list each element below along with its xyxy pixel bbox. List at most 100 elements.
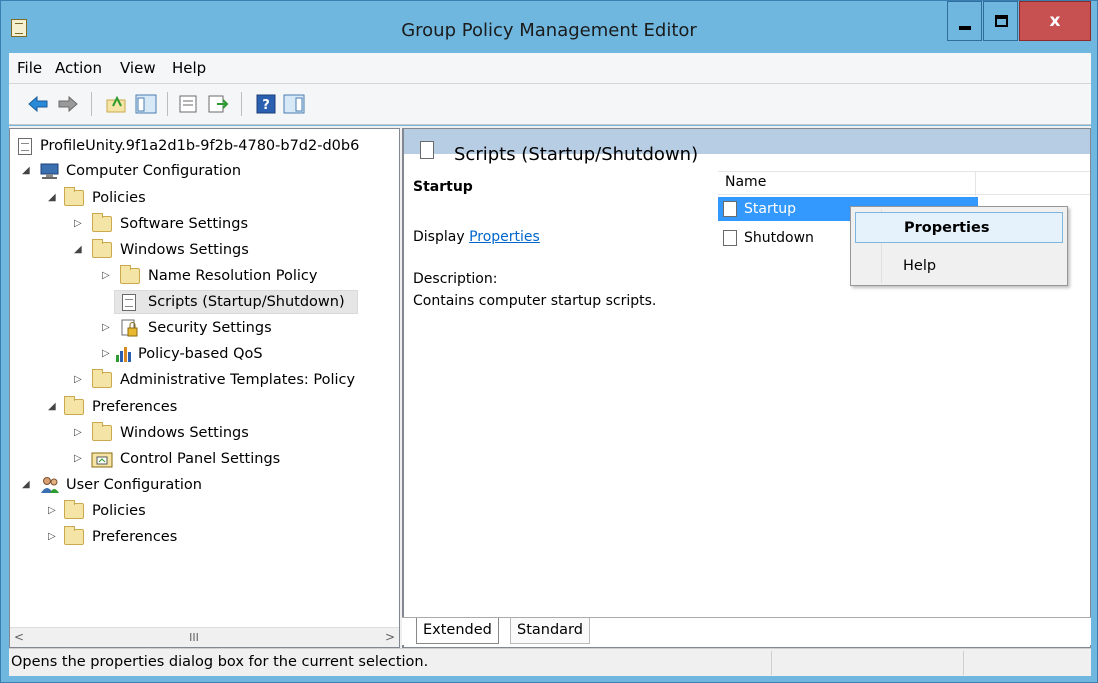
tree-item-policy-based-qos[interactable]: ▷ Policy-based QoS: [10, 342, 399, 366]
tree-label: Software Settings: [120, 216, 249, 232]
minimize-icon: [959, 26, 971, 30]
collapse-arrow-icon[interactable]: ◢: [48, 395, 58, 419]
tree-label: Name Resolution Policy: [148, 268, 318, 284]
properties-icon[interactable]: [177, 94, 199, 114]
folder-icon: [92, 422, 112, 441]
column-name-header[interactable]: Name: [725, 174, 766, 190]
expand-arrow-icon[interactable]: ▷: [74, 421, 84, 445]
tree-item-user-preferences[interactable]: ▷ Preferences: [10, 525, 399, 549]
tree-item-computer-configuration[interactable]: ◢ Computer Configuration: [10, 159, 399, 183]
folder-icon: [92, 369, 112, 388]
tree-item-preferences[interactable]: ◢ Preferences: [10, 395, 399, 419]
tree-root[interactable]: ProfileUnity.9f1a2d1b-9f2b-4780-b7d2-d0b…: [12, 134, 399, 158]
collapse-arrow-icon[interactable]: ◢: [48, 186, 58, 210]
tree-item-security-settings[interactable]: ▷ Security Settings: [10, 316, 399, 340]
tree-label: Windows Settings: [120, 425, 249, 441]
display-prefix: Display: [413, 229, 465, 245]
tree-label: Computer Configuration: [66, 163, 242, 179]
expand-arrow-icon[interactable]: ▷: [74, 212, 84, 236]
close-button[interactable]: x: [1019, 1, 1091, 41]
tree-label: User Configuration: [66, 477, 202, 493]
gpo-icon: [18, 138, 32, 155]
tree-item-user-configuration[interactable]: ◢ User Configuration: [10, 473, 399, 497]
collapse-arrow-icon[interactable]: ◢: [22, 159, 32, 183]
status-divider: [771, 651, 772, 675]
help-icon[interactable]: ?: [255, 94, 277, 114]
tree-label: Policies: [92, 190, 146, 206]
script-icon: [723, 230, 737, 246]
expand-arrow-icon[interactable]: ▷: [48, 499, 58, 523]
script-icon: [420, 141, 434, 159]
scrollbar-thumb[interactable]: III: [183, 631, 205, 644]
expand-arrow-icon[interactable]: ▷: [74, 447, 84, 471]
menu-help[interactable]: Help: [172, 59, 206, 77]
maximize-button[interactable]: [983, 1, 1018, 41]
status-text: Opens the properties dialog box for the …: [11, 654, 429, 670]
tree-item-administrative-templates[interactable]: ▷ Administrative Templates: Policy: [10, 368, 399, 392]
scroll-left-icon[interactable]: <: [10, 628, 28, 647]
tree-item-pref-windows-settings[interactable]: ▷ Windows Settings: [10, 421, 399, 445]
tree-label: Administrative Templates: Policy: [120, 372, 356, 388]
tree-root-label: ProfileUnity.9f1a2d1b-9f2b-4780-b7d2-d0b…: [40, 138, 360, 154]
tab-standard[interactable]: Standard: [510, 618, 590, 644]
toolbar-separator: [91, 92, 92, 116]
column-divider[interactable]: [975, 172, 976, 196]
tree-item-policies[interactable]: ◢ Policies: [10, 186, 399, 210]
folder-icon: [64, 396, 84, 415]
scroll-right-icon[interactable]: >: [381, 628, 399, 647]
expand-arrow-icon[interactable]: ▷: [74, 368, 84, 392]
folder-icon: [120, 265, 140, 284]
properties-link[interactable]: Properties: [469, 229, 540, 245]
folder-icon: [64, 526, 84, 545]
back-arrow-icon[interactable]: [27, 94, 49, 114]
export-list-icon[interactable]: [207, 94, 229, 114]
script-icon: [723, 201, 737, 217]
tree-item-name-resolution-policy[interactable]: ▷ Name Resolution Policy: [10, 264, 399, 288]
tree-label: Preferences: [92, 399, 178, 415]
app-window: Group Policy Management Editor x File Ac…: [0, 0, 1098, 683]
tree-item-windows-settings[interactable]: ◢ Windows Settings: [10, 238, 399, 262]
section-title: Startup: [413, 179, 473, 195]
menu-action[interactable]: Action: [55, 59, 102, 77]
show-hide-tree-icon[interactable]: [135, 94, 157, 114]
tree-label: Preferences: [92, 529, 178, 545]
tab-extended[interactable]: Extended: [416, 618, 499, 644]
menu-bar: File Action View Help: [9, 53, 1091, 84]
tree-label: Security Settings: [148, 320, 272, 336]
window-title: Group Policy Management Editor: [401, 20, 697, 41]
folder-icon: [64, 500, 84, 519]
qos-chart-icon: [116, 347, 131, 362]
forward-arrow-icon[interactable]: [57, 94, 79, 114]
script-icon: [122, 294, 136, 311]
minimize-button[interactable]: [947, 1, 982, 41]
computer-icon: [40, 163, 59, 179]
users-icon: [41, 477, 59, 493]
menu-file[interactable]: File: [17, 59, 42, 77]
context-menu-properties[interactable]: Properties: [855, 212, 1063, 243]
view-tabs: Extended Standard: [402, 617, 1091, 645]
display-properties-row: Display Properties: [413, 229, 540, 245]
tree-label: Windows Settings: [120, 242, 249, 258]
expand-arrow-icon[interactable]: ▷: [102, 342, 112, 366]
description-text: Contains computer startup scripts.: [413, 293, 657, 309]
expand-arrow-icon[interactable]: ▷: [102, 316, 112, 340]
collapse-arrow-icon[interactable]: ◢: [22, 473, 32, 497]
status-divider: [963, 651, 964, 675]
up-folder-icon[interactable]: [105, 94, 127, 114]
tree-horizontal-scrollbar[interactable]: < III >: [10, 627, 399, 647]
collapse-arrow-icon[interactable]: ◢: [74, 238, 84, 262]
tree-item-user-policies[interactable]: ▷ Policies: [10, 499, 399, 523]
title-bar[interactable]: Group Policy Management Editor x: [1, 1, 1097, 51]
context-menu-help[interactable]: Help: [855, 251, 1063, 282]
show-action-pane-icon[interactable]: [283, 94, 305, 114]
tree-item-scripts-startup-shutdown[interactable]: Scripts (Startup/Shutdown): [10, 290, 399, 314]
tree-item-software-settings[interactable]: ▷ Software Settings: [10, 212, 399, 236]
tree-item-control-panel-settings[interactable]: ▷ Control Panel Settings: [10, 447, 399, 471]
menu-view[interactable]: View: [120, 59, 156, 77]
expand-arrow-icon[interactable]: ▷: [102, 264, 112, 288]
list-header: Name: [718, 171, 1090, 196]
svg-text:?: ?: [262, 98, 270, 113]
folder-icon: [64, 187, 84, 206]
expand-arrow-icon[interactable]: ▷: [48, 525, 58, 549]
toolbar: ?: [9, 84, 1091, 125]
